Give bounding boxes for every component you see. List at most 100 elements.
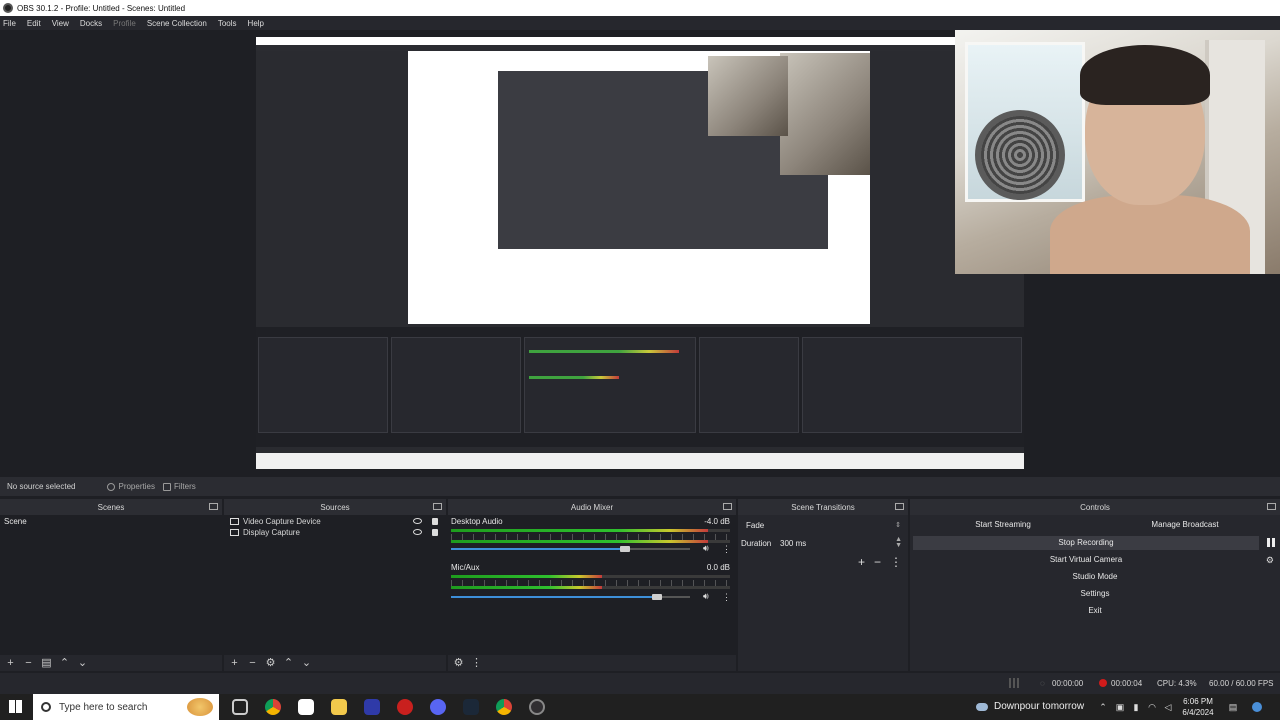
- menu-view[interactable]: View: [52, 19, 69, 28]
- network-icon[interactable]: ◠: [1147, 702, 1157, 712]
- menu-scene-collection[interactable]: Scene Collection: [147, 19, 207, 28]
- move-up-icon[interactable]: ⌃: [58, 657, 71, 669]
- start-virtual-camera-button[interactable]: Start Virtual Camera: [913, 553, 1259, 567]
- start-streaming-button[interactable]: Start Streaming: [913, 518, 1093, 532]
- advanced-audio-gear-icon[interactable]: ⚙: [452, 657, 465, 669]
- undock-icon[interactable]: [1267, 503, 1276, 510]
- remove-scene-button[interactable]: −: [22, 657, 35, 669]
- stop-recording-button[interactable]: Stop Recording: [913, 536, 1259, 550]
- menu-docks[interactable]: Docks: [80, 19, 102, 28]
- move-down-icon[interactable]: ⌄: [76, 657, 89, 669]
- preview-area[interactable]: [0, 30, 1280, 477]
- taskbar-clock[interactable]: 6:06 PM 6/4/2024: [1178, 696, 1218, 718]
- undock-icon[interactable]: [209, 503, 218, 510]
- weather-text: Downpour tomorrow: [994, 701, 1085, 712]
- visibility-eye-icon[interactable]: [413, 518, 422, 524]
- controls-title: Controls: [1080, 502, 1110, 512]
- task-view-icon[interactable]: [232, 699, 248, 715]
- record-app-icon[interactable]: [397, 699, 413, 715]
- undock-icon[interactable]: [895, 503, 904, 510]
- audio-mixer-header: Audio Mixer: [448, 499, 736, 515]
- transition-menu-icon[interactable]: ⋮: [890, 555, 902, 569]
- stream-indicator-icon: ◌: [1040, 679, 1045, 688]
- studio-mode-button[interactable]: Studio Mode: [913, 570, 1277, 584]
- move-up-icon[interactable]: ⌃: [282, 657, 295, 669]
- file-explorer-icon[interactable]: [331, 699, 347, 715]
- scene-item[interactable]: Scene: [0, 516, 222, 528]
- volume-fader-handle[interactable]: [620, 546, 630, 552]
- discord-icon[interactable]: [430, 699, 446, 715]
- menu-tools[interactable]: Tools: [218, 19, 237, 28]
- channel-menu-icon[interactable]: ⋮: [722, 592, 731, 602]
- duration-input[interactable]: 300 ms ▲ ▼: [776, 536, 905, 550]
- microphone-icon[interactable]: ▮: [1131, 702, 1141, 712]
- notification-icon[interactable]: ▤: [1228, 702, 1238, 712]
- move-down-icon[interactable]: ⌄: [300, 657, 313, 669]
- menu-bar: File Edit View Docks Profile Scene Colle…: [0, 16, 1280, 30]
- undock-icon[interactable]: [723, 503, 732, 510]
- speaker-icon[interactable]: 🔊︎: [703, 592, 712, 601]
- add-transition-button[interactable]: +: [858, 555, 865, 569]
- taskbar-search[interactable]: Type here to search: [33, 694, 219, 720]
- source-item[interactable]: Display Capture: [224, 527, 446, 537]
- lock-icon[interactable]: [432, 517, 438, 525]
- chrome-icon[interactable]: [496, 699, 512, 715]
- sources-list: Video Capture Device Display Capture: [224, 515, 446, 655]
- camera-icon: [230, 517, 239, 525]
- volume-icon[interactable]: ◁: [1163, 702, 1173, 712]
- menu-file[interactable]: File: [3, 19, 16, 28]
- settings-button[interactable]: Settings: [913, 587, 1277, 601]
- recursive-webcam-thumb: [780, 53, 870, 175]
- properties-button[interactable]: Properties: [107, 482, 155, 491]
- volume-fader-track[interactable]: [451, 548, 625, 550]
- undock-icon[interactable]: [433, 503, 442, 510]
- remove-transition-button[interactable]: −: [874, 555, 881, 569]
- obs-icon[interactable]: [529, 699, 545, 715]
- transition-selected: Fade: [746, 521, 765, 530]
- menu-help[interactable]: Help: [248, 19, 264, 28]
- mixer-menu-icon[interactable]: ⋮: [470, 657, 483, 669]
- gear-icon: [107, 482, 116, 491]
- transition-tools: + − ⋮: [849, 555, 902, 569]
- filters-button[interactable]: Filters: [162, 482, 196, 491]
- volume-fader-handle[interactable]: [652, 594, 662, 600]
- remove-source-button[interactable]: −: [246, 657, 259, 669]
- chrome-icon[interactable]: [265, 699, 281, 715]
- transition-select[interactable]: Fade ⇕: [741, 519, 905, 532]
- add-source-button[interactable]: +: [228, 657, 241, 669]
- obs-logo-icon: [3, 3, 13, 13]
- exit-button[interactable]: Exit: [913, 604, 1277, 618]
- app-icon[interactable]: [298, 699, 314, 715]
- speaker-icon[interactable]: 🔊︎: [703, 544, 712, 553]
- copilot-icon[interactable]: [1252, 702, 1262, 712]
- volume-fader-track[interactable]: [451, 596, 657, 598]
- channel-menu-icon[interactable]: ⋮: [722, 544, 731, 554]
- recursive-sources-dock: [391, 337, 521, 433]
- clock-date: 6/4/2024: [1182, 708, 1214, 717]
- add-scene-button[interactable]: +: [4, 657, 17, 669]
- scene-filters-icon[interactable]: ▤: [40, 657, 53, 669]
- search-placeholder: Type here to search: [59, 701, 148, 713]
- windows-start-icon[interactable]: [9, 700, 22, 713]
- source-item[interactable]: Video Capture Device: [224, 516, 446, 526]
- weather-widget[interactable]: Downpour tomorrow: [976, 701, 1084, 712]
- visibility-eye-icon[interactable]: [413, 529, 422, 535]
- headset-app-icon[interactable]: [364, 699, 380, 715]
- scene-transitions-header: Scene Transitions: [738, 499, 908, 515]
- tray-chevron-up-icon[interactable]: ⌃: [1098, 702, 1108, 712]
- menu-profile[interactable]: Profile: [113, 19, 136, 28]
- pause-icon[interactable]: [1267, 538, 1275, 547]
- lock-icon[interactable]: [432, 528, 438, 536]
- volume-meter: [451, 529, 730, 532]
- scene-transitions-title: Scene Transitions: [791, 502, 855, 512]
- menu-edit[interactable]: Edit: [27, 19, 41, 28]
- recursive-docks: [256, 327, 1024, 447]
- source-properties-gear-icon[interactable]: ⚙: [264, 657, 277, 669]
- manage-broadcast-button[interactable]: Manage Broadcast: [1095, 518, 1275, 532]
- steam-icon[interactable]: [463, 699, 479, 715]
- gear-icon[interactable]: ⚙: [1266, 555, 1274, 566]
- tray-app-icon[interactable]: ▣: [1115, 702, 1125, 712]
- spinner-icon[interactable]: ▲ ▼: [895, 536, 902, 549]
- volume-meter-fill: [451, 540, 708, 543]
- audio-mixer-title: Audio Mixer: [570, 502, 614, 512]
